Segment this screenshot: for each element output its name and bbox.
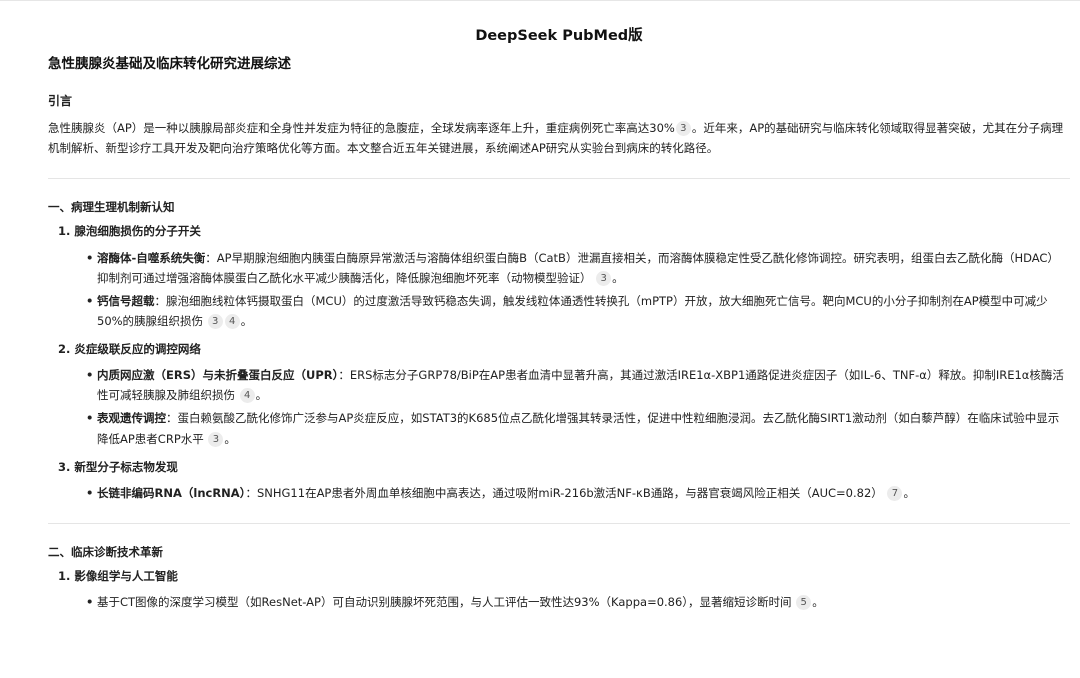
section-divider <box>48 178 1070 180</box>
subsection-heading: 1. 影像组学与人工智能 <box>58 569 178 583</box>
document-title: 急性胰腺炎基础及临床转化研究进展综述 <box>48 56 291 73</box>
bullet-tail: 。 <box>612 270 624 285</box>
subsection-heading: 2. 炎症级联反应的调控网络 <box>58 342 201 356</box>
document-page: DeepSeek PubMed版 急性胰腺炎基础及临床转化研究进展综述 引言 急… <box>48 22 1070 620</box>
bullet-list: 内质网应激（ERS）与未折叠蛋白反应（UPR）：ERS标志分子GRP78/BiP… <box>48 365 1070 449</box>
bullet-term: 溶酶体-自噬系统失衡 <box>97 250 206 265</box>
bullet-tail: 。 <box>255 388 268 403</box>
citation-badge[interactable]: 3 <box>596 270 612 286</box>
citation-badge[interactable]: 3 <box>208 431 224 447</box>
top-border <box>0 0 1080 1</box>
citation-badge[interactable]: 4 <box>239 388 255 404</box>
bullet-tail: 。 <box>240 313 253 328</box>
bullet-text: 基于CT图像的深度学习模型（如ResNet-AP）可自动识别胰腺坏死范围，与人工… <box>97 595 792 610</box>
section-heading: 二、临床诊断技术革新 <box>48 544 163 559</box>
list-item: 表观遗传调控：蛋白赖氨酸乙酰化修饰广泛参与AP炎症反应，如STAT3的K685位… <box>86 408 1070 448</box>
citation-badge[interactable]: 3 <box>675 121 691 136</box>
citation-badge[interactable]: 7 <box>887 485 903 501</box>
bullet-term: 内质网应激（ERS）与未折叠蛋白反应（UPR） <box>97 368 339 383</box>
section-divider <box>48 522 1070 524</box>
bullet-term: 长链非编码RNA（lncRNA） <box>97 485 246 500</box>
bullet-list: 基于CT图像的深度学习模型（如ResNet-AP）可自动识别胰腺坏死范围，与人工… <box>48 592 1070 612</box>
bullet-tail: 。 <box>812 595 824 610</box>
bullet-text: ：SNHG11在AP患者外周血单核细胞中高表达，通过吸附miR-216b激活NF… <box>245 485 883 500</box>
citation-badge[interactable]: 3 <box>207 313 223 329</box>
bullet-list: 溶酶体-自噬系统失衡：AP早期腺泡细胞内胰蛋白酶原异常激活与溶酶体组织蛋白酶B（… <box>48 248 1070 332</box>
subsection-heading: 1. 腺泡细胞损伤的分子开关 <box>58 224 201 239</box>
list-item: 溶酶体-自噬系统失衡：AP早期腺泡细胞内胰蛋白酶原异常激活与溶酶体组织蛋白酶B（… <box>86 248 1070 288</box>
intro-heading: 引言 <box>48 94 73 108</box>
bullet-text: ：蛋白赖氨酸乙酰化修饰广泛参与AP炎症反应，如STAT3的K685位点乙酰化增强… <box>97 411 1060 446</box>
app-title: DeepSeek PubMed版 <box>475 28 643 44</box>
list-item: 钙信号超载：腺泡细胞线粒体钙摄取蛋白（MCU）的过度激活导致钙稳态失调，触发线粒… <box>86 291 1070 331</box>
bullet-term: 钙信号超载 <box>97 293 155 308</box>
bullet-tail: 。 <box>903 485 915 500</box>
list-item: 基于CT图像的深度学习模型（如ResNet-AP）可自动识别胰腺坏死范围，与人工… <box>86 592 1070 612</box>
bullet-tail: 。 <box>224 431 236 446</box>
bullet-text: ：AP早期腺泡细胞内胰蛋白酶原异常激活与溶酶体组织蛋白酶B（CatB）泄漏直接相… <box>97 250 1059 285</box>
list-item: 长链非编码RNA（lncRNA）：SNHG11在AP患者外周血单核细胞中高表达，… <box>86 483 1070 503</box>
list-item: 内质网应激（ERS）与未折叠蛋白反应（UPR）：ERS标志分子GRP78/BiP… <box>86 365 1070 405</box>
intro-paragraph: 急性胰腺炎（AP）是一种以胰腺局部炎症和全身性并发症为特征的急腹症，全球发病率逐… <box>48 118 1070 158</box>
bullet-list: 长链非编码RNA（lncRNA）：SNHG11在AP患者外周血单核细胞中高表达，… <box>48 483 1070 503</box>
subsection-heading: 3. 新型分子标志物发现 <box>58 459 178 474</box>
citation-badge[interactable]: 5 <box>796 595 812 611</box>
intro-text-a: 急性胰腺炎（AP）是一种以胰腺局部炎症和全身性并发症为特征的急腹症，全球发病率逐… <box>48 121 675 135</box>
bullet-term: 表观遗传调控 <box>97 411 166 426</box>
citation-badge[interactable]: 4 <box>224 313 240 329</box>
section-heading: 一、病理生理机制新认知 <box>48 200 175 215</box>
